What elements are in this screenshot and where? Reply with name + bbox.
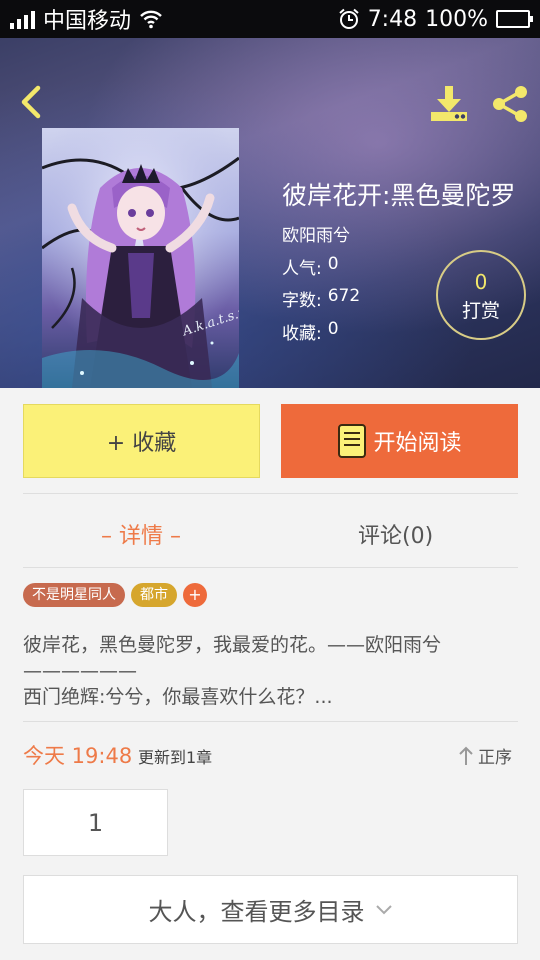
divider (23, 567, 518, 568)
word-count-stat: 字数: 672 (282, 286, 360, 311)
book-icon (338, 424, 367, 458)
arrow-up-icon (459, 746, 473, 765)
sort-order-label: 正序 (478, 748, 512, 768)
add-favorite-button[interactable]: + 收藏 (23, 404, 260, 478)
word-count-value: 672 (327, 286, 361, 306)
popularity-stat: 人气: 0 (282, 254, 339, 279)
more-toc-button[interactable]: 大人，查看更多目录 (23, 875, 518, 944)
update-time: 今天 19:48 (23, 744, 133, 768)
chapter-number: 1 (87, 808, 104, 837)
carrier-label: 中国移动 (43, 9, 132, 34)
tip-count: 0 (474, 270, 488, 294)
book-author[interactable]: 欧阳雨兮 (282, 221, 350, 246)
clock: 7:48 (367, 6, 418, 32)
chapter-item[interactable]: 1 (23, 789, 168, 856)
wifi-icon (140, 10, 162, 29)
battery-percent: 100% (425, 6, 488, 32)
description-line: —————— (23, 660, 137, 682)
tab-detail[interactable]: – 详情 – (101, 518, 181, 550)
alarm-icon (339, 8, 359, 29)
favorites-value: 0 (327, 319, 339, 339)
tag-chip[interactable]: 都市 (131, 583, 177, 607)
signal-icon (10, 9, 35, 29)
book-title: 彼岸花开:黑色曼陀罗 (282, 181, 516, 210)
description-line: 彼岸花，黑色曼陀罗，我最爱的花。——欧阳雨兮 (23, 634, 442, 656)
update-info: 更新到1章 (138, 748, 213, 767)
tab-comment[interactable]: 评论(0) (358, 518, 433, 550)
description-line: 西门绝辉:兮兮，你最喜欢什么花？... (23, 686, 333, 708)
sort-order-button[interactable]: 正序 (458, 743, 512, 768)
tip-label: 打赏 (461, 300, 500, 322)
tag-list: 不是明星同人 都市 + (23, 583, 207, 607)
chevron-down-icon (375, 904, 392, 914)
popularity-value: 0 (327, 254, 339, 274)
start-reading-button[interactable]: 开始阅读 (281, 404, 518, 478)
favorites-label: 收藏: (282, 324, 322, 344)
back-arrow-icon[interactable] (14, 82, 48, 122)
word-count-label: 字数: (282, 291, 322, 311)
more-toc-label: 大人，查看更多目录 (148, 898, 365, 926)
book-cover-image[interactable]: A.k.a.t.s.u.ki (42, 128, 239, 388)
book-description[interactable]: 彼岸花，黑色曼陀罗，我最爱的花。——欧阳雨兮 —————— 西门绝辉:兮兮，你最… (23, 632, 518, 710)
tip-button[interactable]: 0 打赏 (436, 250, 526, 340)
add-tag-button[interactable]: + (183, 583, 207, 607)
share-icon[interactable] (490, 84, 530, 124)
download-icon[interactable] (428, 84, 470, 124)
divider (23, 721, 518, 722)
book-header: A.k.a.t.s.u.ki 彼岸花开:黑色曼陀罗 欧阳雨兮 人气: 0 字数:… (0, 38, 540, 388)
add-favorite-label: + 收藏 (106, 431, 177, 456)
favorites-stat: 收藏: 0 (282, 319, 339, 344)
popularity-label: 人气: (282, 259, 322, 279)
status-bar: 中国移动 7:48 100% (0, 0, 540, 38)
divider (23, 493, 518, 494)
battery-icon (496, 10, 533, 28)
start-reading-label: 开始阅读 (373, 431, 462, 456)
tag-chip[interactable]: 不是明星同人 (23, 583, 125, 607)
